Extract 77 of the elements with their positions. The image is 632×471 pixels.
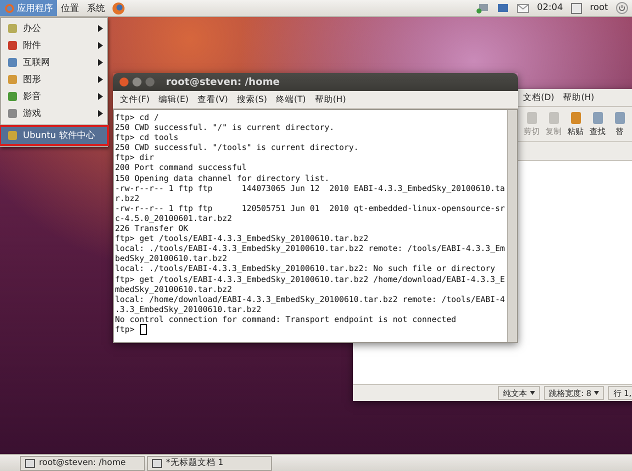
window-icon: [152, 458, 162, 468]
menu-item[interactable]: 文件(F): [120, 94, 150, 106]
toolbar-button[interactable]: 查找: [587, 111, 608, 137]
toolbar-icon: [546, 111, 560, 125]
cursor: [140, 324, 146, 336]
mail-icon[interactable]: [517, 4, 530, 12]
menu-item[interactable]: 查看(V): [198, 94, 228, 106]
clock[interactable]: 02:04: [537, 3, 563, 13]
dropdown-arrow-icon: [594, 391, 600, 395]
dropdown-arrow-icon: [530, 391, 535, 395]
terminal-line: 250 CWD successful. "/" is current directory.: [115, 122, 336, 132]
menu-item[interactable]: 附件: [1, 37, 107, 54]
toolbar-icon: [524, 111, 538, 125]
taskbar-button[interactable]: *无标题文档 1: [147, 456, 272, 470]
menu-item[interactable]: 互联网: [1, 54, 107, 71]
terminal-line: ftp> cd /: [115, 112, 160, 122]
minimize-icon[interactable]: [132, 77, 142, 87]
terminal-line: local: ./tools/EABI-4.3.3_EmbedSky_20100610.tar.bz2: No such file or directory: [115, 263, 496, 274]
category-icon: [7, 130, 18, 141]
maximize-icon[interactable]: [145, 77, 155, 87]
menu-item[interactable]: Ubuntu 软件中心: [1, 127, 107, 144]
terminal-line: -rw-r--r-- 1 ftp ftp 120505751 Jun 01 2010 qt-embedded-linux-opensource-sr: [115, 202, 506, 213]
panel-menu[interactable]: 系统: [83, 0, 109, 16]
category-icon: [7, 74, 18, 85]
scrollbar[interactable]: [507, 110, 517, 342]
taskbar-button[interactable]: root@steven: /home: [20, 456, 145, 470]
toolbar-icon: [612, 111, 626, 125]
power-icon[interactable]: [616, 2, 628, 14]
terminal-line: 150 Opening data channel for directory list.: [115, 172, 330, 183]
menu-item[interactable]: 编辑(E): [158, 94, 189, 106]
category-icon: [7, 108, 18, 119]
terminal-line: mbedSky_20100610.tar.bz2: [115, 284, 232, 294]
panel-menu[interactable]: 应用程序: [0, 0, 57, 16]
category-icon: [7, 40, 18, 51]
terminal-line: ftp>: [115, 324, 506, 334]
toolbar-button[interactable]: 替: [609, 111, 630, 137]
toolbar-icon: [590, 111, 604, 125]
terminal-line: 226 Transfer OK: [115, 223, 190, 234]
category-icon: [7, 91, 18, 102]
user-name[interactable]: root: [590, 3, 608, 13]
menu-item[interactable]: 影音: [1, 88, 107, 105]
user-icon: [570, 2, 582, 14]
category-icon: [7, 23, 18, 34]
close-icon[interactable]: [119, 77, 129, 87]
status-item[interactable]: 跳格宽度: 8: [544, 386, 604, 400]
status-item: 行 1,: [608, 386, 632, 400]
terminal-line: ftp> cd tools: [115, 132, 180, 142]
terminal-line: .3.3_EmbedSky_20100610.tar.bz2: [115, 304, 262, 314]
terminal-line: 250 CWD successful. "/tools" is current directory.: [115, 142, 360, 152]
monitor-icon[interactable]: [497, 2, 510, 14]
network-icon[interactable]: [476, 2, 490, 14]
menu-item[interactable]: 游戏: [1, 105, 107, 122]
terminal-line: ftp> get /tools/EABI-4.3.3_EmbedSky_20100610.tar.bz2 /home/download/EABI-4.3.3_E: [115, 274, 506, 284]
window-icon: [25, 458, 35, 468]
window-title: root@steven: /home: [166, 76, 280, 88]
menu-item[interactable]: 终端(T): [276, 94, 306, 106]
menu-item[interactable]: 文档(D): [523, 92, 554, 104]
terminal-line: -rw-r--r-- 1 ftp ftp 144073065 Jun 12 2010 EABI-4.3.3_EmbedSky_20100610.ta: [115, 182, 506, 193]
menu-item[interactable]: 图形: [1, 71, 107, 88]
panel-menu[interactable]: 位置: [57, 0, 83, 16]
terminal-line: local: ./tools/EABI-4.3.3_EmbedSky_20100610.tar.bz2 remote: /tools/EABI-4.3.3_Em: [115, 243, 506, 254]
terminal-line: r.bz2: [115, 192, 140, 203]
terminal-line: ftp> dir: [115, 152, 155, 162]
toolbar-icon: [568, 111, 582, 125]
menu-item[interactable]: 帮助(H): [563, 92, 594, 104]
toolbar-button[interactable]: 粘贴: [565, 111, 586, 137]
category-icon: [7, 57, 18, 68]
menu-item[interactable]: 搜索(S): [237, 94, 268, 106]
terminal-line: No control connection for command: Transport endpoint is not connected: [115, 314, 458, 324]
terminal-line: bedSky_20100610.tar.bz2: [115, 253, 228, 264]
terminal-line: c-4.5.0_20100601.tar.bz2: [115, 212, 233, 224]
menu-item[interactable]: 帮助(H): [314, 94, 346, 106]
menu-item[interactable]: 办公: [1, 20, 107, 37]
terminal-line: 200 Port command successful: [115, 162, 248, 173]
terminal-line: local: /home/download/EABI-4.3.3_EmbedSky_20100610.tar.bz2 remote: /tools/EABI-4: [115, 294, 506, 304]
status-item[interactable]: 纯文本: [498, 386, 540, 400]
terminal-line: ftp> get /tools/EABI-4.3.3_EmbedSky_20100610.tar.bz2: [115, 233, 370, 244]
